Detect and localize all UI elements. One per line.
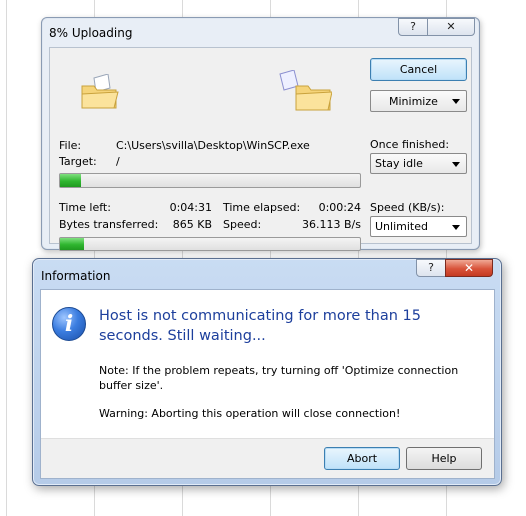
- once-finished-value: Stay idle: [375, 157, 423, 170]
- speed-limit-value: Unlimited: [375, 220, 428, 233]
- help-caption-button[interactable]: ?: [416, 259, 446, 277]
- speed-limit-select[interactable]: Unlimited: [370, 216, 467, 237]
- main-instruction: Host is not communicating for more than …: [99, 308, 421, 344]
- minimize-button[interactable]: Minimize: [370, 90, 467, 112]
- destination-folder-icon: [279, 70, 332, 111]
- help-caption-button[interactable]: ?: [398, 18, 428, 36]
- cancel-button[interactable]: Cancel: [370, 58, 467, 81]
- information-icon: i: [52, 307, 86, 341]
- target-path: /: [116, 155, 120, 168]
- file-label: File:: [59, 139, 82, 152]
- time-elapsed-label: Time elapsed:: [223, 201, 301, 214]
- minimize-label: Minimize: [389, 95, 438, 108]
- abort-button[interactable]: Abort: [324, 447, 400, 470]
- time-left-value: 0:04:31: [169, 201, 212, 214]
- dialog-title: Information: [41, 269, 111, 283]
- speed-value: 36.113 B/s: [302, 218, 361, 231]
- bytes-transferred-value: 865 KB: [172, 218, 212, 231]
- chevron-down-icon: [452, 162, 460, 167]
- total-progress-bar: [59, 237, 361, 251]
- note-text: Note: If the problem repeats, try turnin…: [99, 364, 459, 392]
- dialog-client-area: i Host is not communicating for more tha…: [40, 289, 495, 479]
- dialog-content-area: i Host is not communicating for more tha…: [41, 290, 494, 439]
- help-button[interactable]: Help: [406, 447, 482, 470]
- target-label: Target:: [59, 155, 97, 168]
- once-finished-select[interactable]: Stay idle: [370, 153, 467, 174]
- window-title: 8% Uploading: [49, 26, 133, 40]
- upload-progress-window: 8% Uploading ? ✕ File: C:\Users\svilla\D…: [41, 17, 480, 251]
- time-elapsed-value: 0:00:24: [318, 201, 361, 214]
- once-finished-label: Once finished:: [370, 138, 450, 151]
- chevron-down-icon: [452, 99, 460, 104]
- chevron-down-icon: [452, 225, 460, 230]
- speed-label: Speed:: [223, 218, 262, 231]
- source-folder-icon: [81, 74, 119, 109]
- close-caption-button[interactable]: ✕: [427, 18, 475, 36]
- file-progress-bar: [59, 173, 361, 188]
- speed-limit-label: Speed (KB/s):: [370, 201, 445, 214]
- file-progress-fill: [60, 174, 81, 187]
- close-caption-button[interactable]: ✕: [445, 259, 493, 277]
- information-dialog: Information ? ✕ i Host is not communicat…: [32, 258, 502, 486]
- warning-text: Warning: Aborting this operation will cl…: [99, 407, 401, 420]
- total-progress-fill: [60, 238, 84, 250]
- bytes-transferred-label: Bytes transferred:: [59, 218, 159, 231]
- file-path: C:\Users\svilla\Desktop\WinSCP.exe: [116, 139, 310, 152]
- time-left-label: Time left:: [59, 201, 111, 214]
